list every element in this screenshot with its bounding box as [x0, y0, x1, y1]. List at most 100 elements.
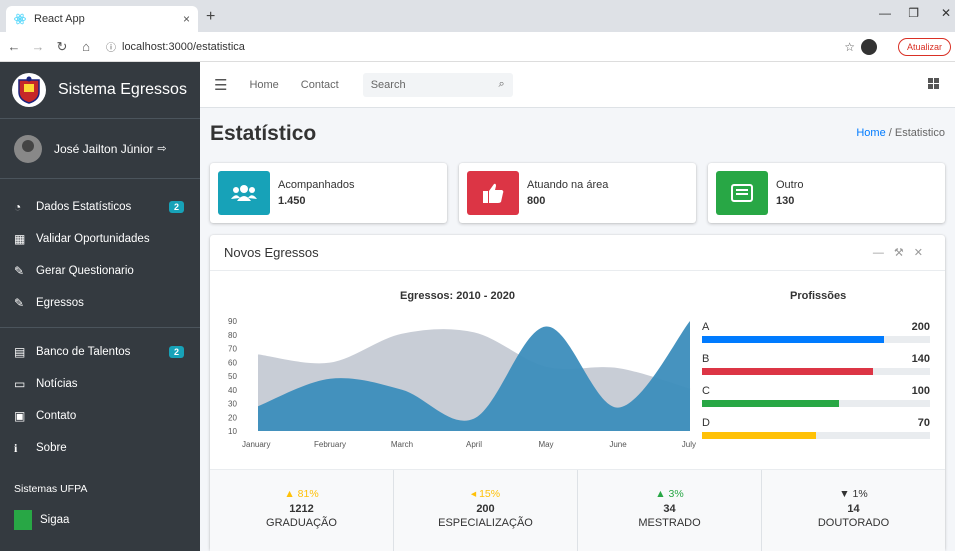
badge: 2: [168, 346, 184, 358]
y-tick-label: 70: [228, 345, 237, 354]
sidebar-item-contato[interactable]: ▣ Contato: [0, 400, 200, 432]
info-box-atuando: Atuando na área 800: [459, 163, 696, 223]
info-icon[interactable]: ⓘ: [106, 39, 116, 54]
stat-percentage: ▲ 81%: [284, 488, 319, 500]
search-input[interactable]: Search ⌕: [362, 72, 513, 97]
y-tick-label: 50: [228, 372, 237, 381]
newspaper-icon: ▭: [14, 377, 26, 391]
info-box-value: 800: [527, 195, 546, 207]
breadcrumb-current: Estatistico: [894, 127, 945, 139]
brand-title: Sistema Egressos: [58, 81, 187, 98]
professions-title: Profissões: [790, 290, 847, 302]
chart-title: Egressos: 2010 - 2020: [400, 290, 515, 302]
sidebar-item-validar-oportunidades[interactable]: ▦ Validar Oportunidades: [0, 223, 200, 255]
x-tick-label: May: [538, 440, 553, 449]
novos-egressos-card: Novos Egressos —⚒✕ Egressos: 2010 - 2020…: [210, 235, 945, 551]
window-close-icon[interactable]: ✕: [941, 6, 951, 20]
info-box-outro: Outro 130: [708, 163, 945, 223]
x-tick-label: June: [609, 440, 627, 449]
update-button[interactable]: Atualizar: [897, 38, 951, 56]
info-box-acompanhados: Acompanhados 1.450: [210, 163, 447, 223]
info-box-value: 130: [776, 195, 795, 207]
profession-progress-b: B 140: [702, 353, 930, 383]
stat-percentage: ▲ 3%: [655, 488, 684, 500]
thumbs-up-icon: [467, 171, 519, 215]
sidebar-item-label: Banco de Talentos: [36, 346, 131, 358]
egressos-area-chart: 90 80 70 60 50 40 30 20 10 January February March Ap…: [228, 317, 696, 449]
wrench-icon[interactable]: ⚒: [894, 247, 914, 259]
tab-close-icon[interactable]: ×: [183, 12, 190, 26]
profession-label: B: [702, 353, 710, 365]
sidebar-item-egressos[interactable]: ✎ Egressos: [0, 287, 200, 319]
minimize-icon[interactable]: —: [879, 6, 891, 20]
stat-percentage: ▼ 1%: [839, 488, 868, 500]
sidebar-item-label: Contato: [36, 410, 77, 422]
apps-grid-icon[interactable]: [928, 78, 939, 89]
stat-number: 200: [476, 503, 495, 515]
address-bar-row: ← → ↻ ⌂ ⓘ localhost:3000/estatistica ☆ A…: [0, 32, 955, 62]
y-tick-label: 30: [228, 400, 237, 409]
profile-avatar-icon[interactable]: [861, 39, 877, 55]
sidebar-nav: ◔ Dados Estatísticos 2 ▦ Validar Oportun…: [0, 179, 200, 536]
back-icon[interactable]: ←: [4, 39, 24, 54]
sidebar-item-label: Egressos: [36, 297, 84, 309]
progress-fill: [702, 368, 873, 375]
profession-value: 200: [911, 321, 930, 333]
progress-fill: [702, 336, 885, 343]
stat-number: 14: [847, 503, 860, 515]
menu-toggle-icon[interactable]: ☰: [214, 76, 227, 94]
sidebar-item-sigaa[interactable]: Sigaa: [0, 504, 200, 536]
sidebar-item-noticias[interactable]: ▭ Notícias: [0, 368, 200, 400]
sidebar-item-label: Notícias: [36, 378, 78, 390]
search-icon[interactable]: ⌕: [499, 78, 505, 91]
y-tick-label: 80: [228, 331, 237, 340]
stat-label: DOUTORADO: [817, 517, 890, 529]
ufpa-logo-icon: [12, 73, 46, 107]
profession-label: A: [702, 321, 710, 333]
logout-icon[interactable]: ⇨: [157, 142, 166, 155]
reload-icon[interactable]: ↻: [52, 39, 72, 55]
sidebar-item-label: Validar Oportunidades: [36, 233, 150, 245]
nav-home-link[interactable]: Home: [249, 79, 278, 91]
profession-label: C: [702, 385, 710, 397]
profession-progress-c: C 100: [702, 385, 930, 415]
stat-label: GRADUAÇÃO: [266, 517, 337, 529]
brand-link[interactable]: Sistema Egressos: [0, 62, 200, 119]
bookmark-star-icon[interactable]: ☆: [844, 40, 855, 54]
card-title: Novos Egressos: [224, 245, 319, 260]
sidebar-item-banco-de-talentos[interactable]: ▤ Banco de Talentos 2: [0, 336, 200, 368]
nav-contact-link[interactable]: Contact: [301, 79, 339, 91]
profession-progress-d: D 70: [702, 417, 930, 447]
card-tools: —⚒✕: [873, 246, 933, 259]
user-name: José Jailton Júnior: [54, 141, 154, 156]
stat-label: MESTRADO: [638, 517, 701, 529]
x-tick-label: March: [391, 440, 413, 449]
progress-fill: [702, 400, 839, 407]
x-tick-label: July: [682, 440, 696, 449]
address-input[interactable]: ⓘ localhost:3000/estatistica: [106, 39, 245, 55]
sidebar-item-label: Sigaa: [40, 514, 70, 526]
home-icon[interactable]: ⌂: [76, 39, 96, 54]
collapse-icon[interactable]: —: [873, 247, 894, 259]
sidebar-item-dados-estatisticos[interactable]: ◔ Dados Estatísticos 2: [0, 191, 200, 223]
restore-icon[interactable]: ❐: [908, 6, 919, 20]
user-panel[interactable]: José Jailton Júnior ⇨: [0, 119, 200, 179]
forward-icon[interactable]: →: [28, 39, 48, 54]
calendar-icon: ▤: [14, 345, 26, 359]
tachometer-icon: ◔: [14, 200, 22, 214]
edit-icon: ✎: [14, 264, 25, 278]
browser-tab[interactable]: React App ×: [6, 6, 198, 32]
stat-label: ESPECIALIZAÇÃO: [438, 517, 533, 529]
y-tick-label: 90: [228, 317, 237, 326]
sidebar-item-label: Gerar Questionario: [36, 265, 134, 277]
top-navbar: ☰ Home Contact Search ⌕: [200, 62, 955, 108]
remove-icon[interactable]: ✕: [914, 247, 933, 259]
y-tick-label: 40: [228, 386, 237, 395]
info-icon: i: [14, 440, 18, 455]
sidebar-item-sobre[interactable]: i Sobre: [0, 432, 200, 464]
edit-icon: ✎: [14, 296, 25, 310]
breadcrumb-home-link[interactable]: Home: [856, 127, 885, 139]
sidebar-item-gerar-questionario[interactable]: ✎ Gerar Questionario: [0, 255, 200, 287]
new-tab-icon[interactable]: +: [206, 8, 215, 26]
sidebar-divider: [0, 327, 200, 328]
